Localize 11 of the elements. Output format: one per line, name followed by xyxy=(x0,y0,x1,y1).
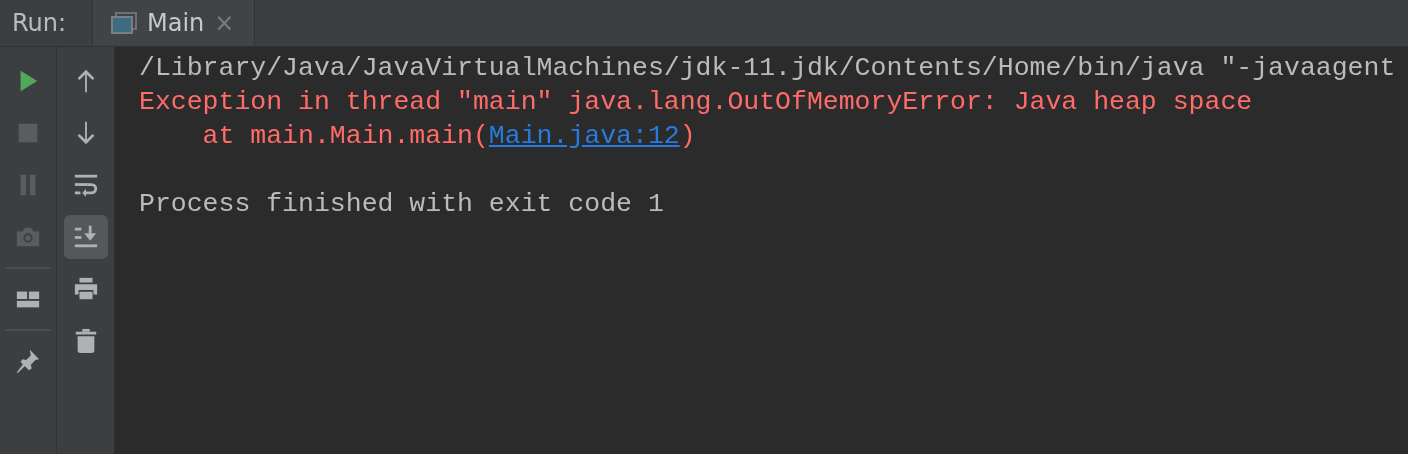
window-icon xyxy=(111,12,137,34)
run-tab[interactable]: Main × xyxy=(92,0,256,46)
output-text: /Library/Java/JavaVirtualMachines/jdk-11.jdk/Contents/Home/bin/java "-javaagent xyxy=(139,53,1396,83)
source-link[interactable]: Main.java:12 xyxy=(488,121,680,151)
error-text: at main.Main.main( xyxy=(201,121,489,151)
error-text: ) xyxy=(679,121,696,151)
panel-label: Run: xyxy=(11,8,68,39)
error-text: Exception in thread "main" java.lang.OutOfMemoryError: Java heap space xyxy=(139,87,1253,117)
scroll-to-end-icon[interactable] xyxy=(63,215,108,259)
close-icon[interactable]: × xyxy=(214,9,235,37)
output-text: Process finished with exit code 1 xyxy=(139,189,664,219)
